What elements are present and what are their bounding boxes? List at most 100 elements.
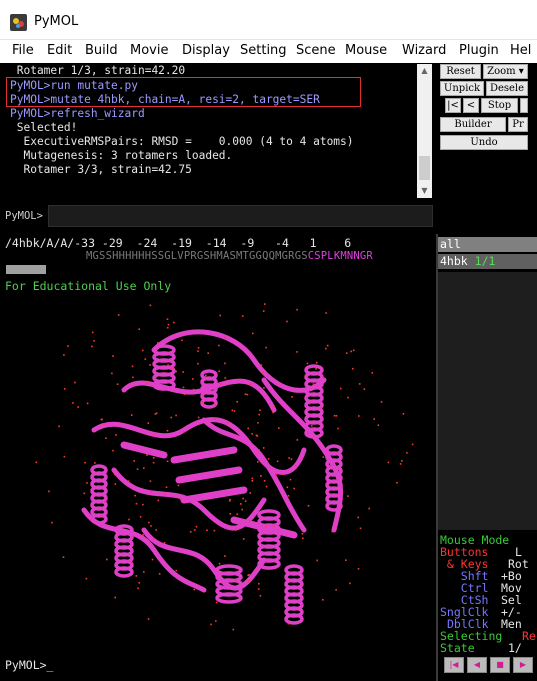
water-marker: [399, 463, 402, 465]
menu-edit[interactable]: Edit: [47, 43, 72, 58]
water-marker: [224, 362, 226, 365]
selecting-mode-value: Re: [522, 629, 536, 643]
sequence-scrollbar-thumb[interactable]: [6, 265, 46, 274]
water-marker: [224, 336, 226, 339]
water-marker: [218, 370, 220, 372]
scroll-down-icon[interactable]: ▼: [417, 184, 432, 198]
water-marker: [91, 331, 94, 334]
menu-build[interactable]: Build: [85, 43, 118, 58]
water-marker: [249, 520, 251, 522]
mouse-mode-panel: Mouse Mode Buttons L & Keys Rot Shft +Bo…: [438, 532, 537, 656]
water-marker: [179, 498, 182, 500]
water-marker: [287, 622, 290, 625]
back-button[interactable]: <: [463, 98, 479, 113]
pymol-app-icon: [10, 14, 27, 31]
water-marker: [244, 393, 247, 395]
protein-strand: [170, 446, 238, 464]
water-marker: [242, 538, 245, 540]
water-marker: [130, 561, 133, 564]
object-state: 1/1: [474, 254, 496, 268]
water-marker: [173, 321, 175, 324]
water-marker: [67, 345, 69, 347]
water-marker: [148, 521, 150, 524]
molecular-viewport[interactable]: [4, 280, 436, 655]
properties-button[interactable]: Pr: [508, 117, 528, 132]
stop-icon[interactable]: ■: [490, 657, 510, 673]
object-name-text: 4hbk: [440, 254, 468, 268]
water-marker: [215, 601, 218, 604]
water-marker: [286, 486, 289, 489]
menu-scene[interactable]: Scene: [296, 43, 336, 58]
water-marker: [224, 377, 227, 379]
water-marker: [265, 525, 267, 528]
water-marker: [147, 422, 150, 424]
water-marker: [51, 521, 53, 524]
menu-setting[interactable]: Setting: [240, 43, 287, 58]
object-name-4hbk[interactable]: 4hbk 1/1: [440, 254, 495, 268]
water-marker: [117, 314, 120, 316]
water-marker: [281, 473, 284, 475]
undo-button[interactable]: Undo: [440, 135, 528, 150]
protein-cartoon-render: [35, 303, 414, 631]
menu-display[interactable]: Display: [182, 43, 230, 58]
step-back-icon[interactable]: ◀: [467, 657, 487, 673]
reset-button[interactable]: Reset: [440, 64, 481, 79]
helix-turn: [284, 613, 304, 625]
water-marker: [286, 320, 288, 323]
water-marker: [149, 304, 152, 307]
water-marker: [331, 530, 334, 533]
bottom-command-line[interactable]: PyMOL>_: [5, 658, 53, 672]
water-marker: [232, 628, 235, 631]
water-marker: [72, 402, 74, 404]
water-marker: [35, 461, 38, 464]
water-marker: [411, 443, 414, 446]
more-button[interactable]: [520, 98, 528, 113]
rewind-button[interactable]: |<: [445, 98, 461, 113]
water-marker: [249, 383, 252, 385]
residues-highlighted[interactable]: CSPLKMNNGR: [308, 250, 373, 262]
water-marker: [219, 314, 221, 317]
play-icon[interactable]: ▶: [513, 657, 533, 673]
zoom-button[interactable]: Zoom ▾: [483, 64, 528, 79]
menu-mouse[interactable]: Mouse: [345, 43, 387, 58]
water-marker: [128, 518, 130, 521]
water-marker: [262, 310, 265, 312]
water-marker: [193, 588, 196, 591]
sequence-viewer[interactable]: /4hbk/A/A/-33 -29 -24 -19 -14 -9 -4 1 6 …: [0, 236, 437, 278]
water-marker: [155, 376, 157, 378]
water-marker: [358, 415, 360, 417]
water-marker: [164, 493, 166, 495]
stop-button[interactable]: Stop: [481, 98, 518, 113]
residues-unselected[interactable]: MGSSHHHHHHSSGLVPRGSHMASMTGGQQMGRGS: [86, 250, 308, 262]
water-marker: [241, 508, 243, 511]
water-marker: [350, 350, 352, 353]
menu-file[interactable]: File: [12, 43, 34, 58]
object-name-all[interactable]: all: [440, 237, 461, 251]
water-marker: [135, 502, 138, 505]
sequence-residues[interactable]: MGSSHHHHHHSSGLVPRGSHMASMTGGQQMGRGSCSPLKM…: [86, 250, 373, 262]
water-marker: [259, 594, 262, 597]
water-marker: [249, 492, 251, 494]
command-input[interactable]: [48, 205, 433, 227]
object-panel: [438, 272, 537, 530]
menu-wizard[interactable]: Wizard: [402, 43, 446, 58]
menu-plugin[interactable]: Plugin: [459, 43, 499, 58]
water-marker: [63, 388, 66, 390]
deselect-button[interactable]: Desele: [486, 81, 528, 96]
console-scrollbar[interactable]: ▲ ▼: [417, 64, 432, 198]
water-marker: [157, 342, 159, 344]
water-marker: [166, 460, 169, 463]
water-marker: [218, 344, 220, 347]
water-marker: [142, 503, 144, 506]
water-marker: [306, 362, 309, 365]
scroll-up-icon[interactable]: ▲: [417, 64, 432, 78]
rewind-icon[interactable]: |◀: [444, 657, 464, 673]
scrollbar-thumb[interactable]: [419, 156, 430, 180]
console-line: Selected!: [10, 121, 78, 134]
water-marker: [201, 401, 203, 403]
builder-button[interactable]: Builder: [440, 117, 506, 132]
menu-movie[interactable]: Movie: [130, 43, 168, 58]
menu-help[interactable]: Hel: [510, 43, 531, 58]
water-marker: [368, 507, 370, 510]
unpick-button[interactable]: Unpick: [440, 81, 484, 96]
